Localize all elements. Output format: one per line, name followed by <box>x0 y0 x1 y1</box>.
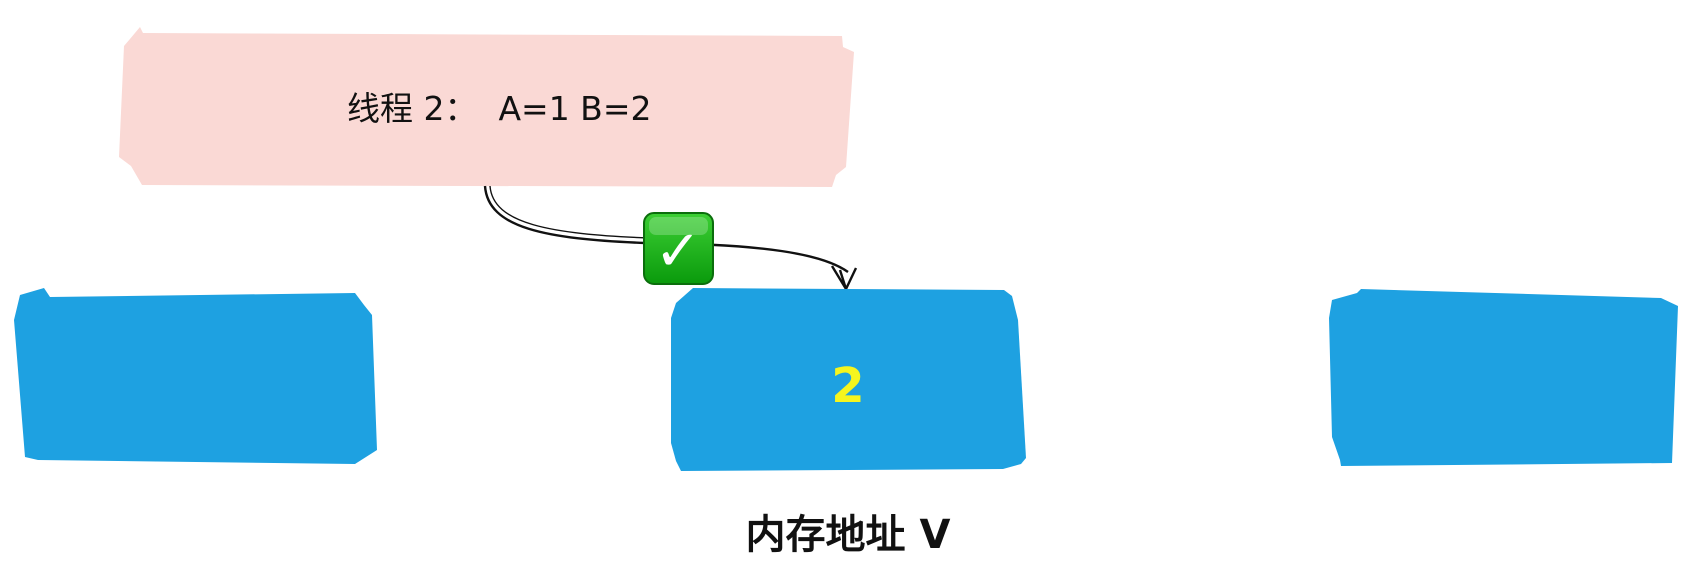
cas-write-diagram: 线程 2： A=1 B=2 2 ✓ 内存地址 V <box>14 27 1678 558</box>
memory-address-label: 内存地址 V <box>746 512 951 558</box>
check-mark-icon: ✓ <box>643 212 714 285</box>
check-badge-glyph: ✓ <box>655 219 702 284</box>
memory-cell-left-shape <box>14 288 377 464</box>
memory-cell-right-shape <box>1329 289 1678 466</box>
write-arrow-line-inner <box>489 185 649 239</box>
memory-cell-left[interactable] <box>14 288 377 464</box>
memory-cell-right[interactable] <box>1329 289 1678 466</box>
thread-note[interactable]: 线程 2： A=1 B=2 <box>119 27 854 187</box>
thread-note-label: 线程 2： A=1 B=2 <box>347 89 651 128</box>
memory-cell-center[interactable]: 2 <box>671 288 1026 471</box>
memory-cell-center-value: 2 <box>831 358 864 414</box>
